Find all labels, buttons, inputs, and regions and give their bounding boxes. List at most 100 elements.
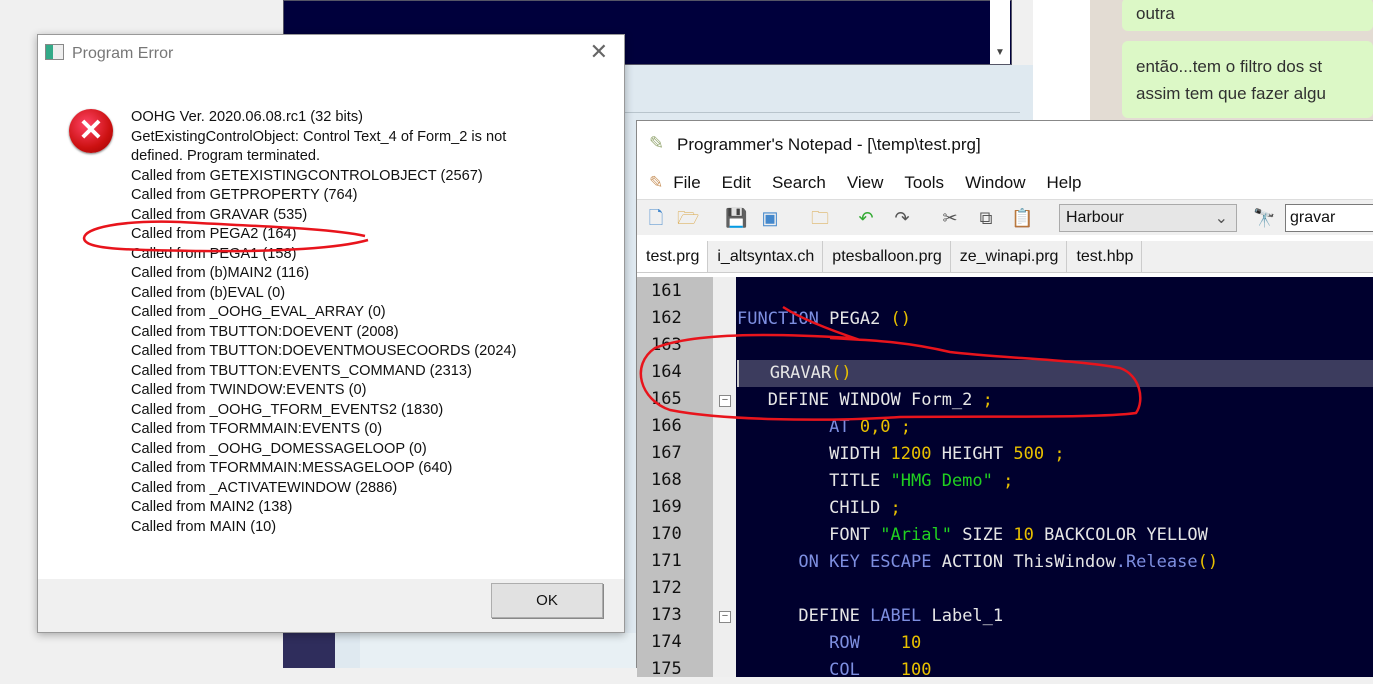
code-token: () <box>831 363 852 383</box>
code-token: HEIGHT <box>941 444 1014 464</box>
message-line: Called from (b)MAIN2 (116) <box>131 265 310 281</box>
menu-bar: ✎ File Edit Search View Tools Window Help <box>637 169 1103 197</box>
chat-window: outra então...tem o filtro dos st assim … <box>1090 0 1373 125</box>
chat-text: assim tem que fazer algu <box>1136 84 1326 103</box>
line-number: 166 <box>651 416 682 436</box>
code-token: "Arial" <box>880 525 963 545</box>
menu-doc-icon: ✎ <box>649 173 664 192</box>
save-icon[interactable]: 💾 <box>725 206 747 230</box>
message-line: Called from MAIN (10) <box>131 518 277 535</box>
message-line: Called from _ACTIVATEWINDOW (2886) <box>131 479 398 496</box>
code-line: CHILD ; <box>737 495 1373 522</box>
fold-toggle-icon[interactable]: − <box>719 395 731 407</box>
app-logo-icon: ✎ <box>649 133 665 153</box>
tab-file[interactable]: i_altsyntax.ch <box>708 241 824 272</box>
code-token: PEGA2 <box>829 309 891 329</box>
background-scrollbar[interactable]: ▼ <box>990 0 1010 64</box>
code-token: "HMG Demo" <box>890 471 1004 491</box>
ok-button[interactable]: OK <box>491 583 603 618</box>
menu-item-window[interactable]: Window <box>965 173 1025 193</box>
code-token: TITLE <box>737 471 891 491</box>
line-number: 175 <box>651 659 682 679</box>
code-token: WIDTH <box>737 444 891 464</box>
menu-item-tools[interactable]: Tools <box>904 173 944 193</box>
save-all-icon[interactable]: ▣ <box>759 206 781 230</box>
code-line: WIDTH 1200 HEIGHT 500 ; <box>737 441 1373 468</box>
background-block <box>283 633 335 668</box>
code-token: ; <box>890 498 901 518</box>
code-token: ROW <box>737 633 901 653</box>
line-number: 174 <box>651 632 682 652</box>
find-icon[interactable]: 🔭 <box>1253 206 1275 230</box>
code-line: ROW 10 <box>737 630 1373 657</box>
message-line: Called from _OOHG_DOMESSAGELOOP (0) <box>131 440 427 457</box>
chevron-down-icon: ⌄ <box>1214 210 1228 227</box>
open-file-icon[interactable]: 🗁 <box>677 206 699 230</box>
menu-item-edit[interactable]: Edit <box>722 173 751 193</box>
message-line: Called from MAIN2 (138) <box>131 499 293 515</box>
new-file-icon[interactable]: 🗋 <box>645 206 667 230</box>
code-token: 10 <box>900 633 922 653</box>
paste-icon[interactable]: 📋 <box>1011 206 1033 230</box>
message-line: Called from GETPROPERTY (764) <box>131 187 358 203</box>
menu-item-help[interactable]: Help <box>1047 173 1082 193</box>
fold-toggle-icon[interactable]: − <box>719 611 731 623</box>
code-token: AT <box>737 417 860 437</box>
menu-item-view[interactable]: View <box>847 173 884 193</box>
code-token: ON KEY ESCAPE <box>737 552 942 572</box>
code-token: FONT <box>737 525 881 545</box>
tab-file[interactable]: ptesballoon.prg <box>823 241 951 272</box>
message-line: Called from (b)EVAL (0) <box>131 284 286 301</box>
code-token: DEFINE <box>737 606 871 626</box>
line-number: 161 <box>651 281 682 301</box>
code-token: 10 <box>1013 525 1045 545</box>
chat-message: outra <box>1122 0 1373 31</box>
find-input[interactable]: gravar <box>1285 204 1373 232</box>
message-line: Called from TBUTTON:EVENTS_COMMAND (2313… <box>131 362 472 379</box>
close-icon[interactable]: ✕ <box>590 39 608 65</box>
code-token: 100 <box>900 660 932 680</box>
message-line: Called from _OOHG_TFORM_EVENTS2 (1830) <box>131 401 444 418</box>
undo-icon[interactable]: ↶ <box>855 206 877 230</box>
program-error-dialog: Program Error ✕ ✕ OOHG Ver. 2020.06.08.r… <box>37 34 625 633</box>
message-line: Called from TWINDOW:EVENTS (0) <box>131 382 367 398</box>
menu-item-search[interactable]: Search <box>772 173 826 193</box>
redo-icon[interactable]: ↷ <box>891 206 913 230</box>
message-line: Called from PEGA1 (158) <box>131 245 297 262</box>
tab-file[interactable]: ze_winapi.prg <box>951 241 1068 272</box>
code-token: 500 ; <box>1013 444 1065 464</box>
code-line: AT 0,0 ; <box>737 414 1373 441</box>
tab-file[interactable]: test.hbp <box>1067 241 1143 272</box>
code-line: FONT "Arial" SIZE 10 BACKCOLOR YELLOW <box>737 522 1373 549</box>
background-block <box>360 633 636 668</box>
message-line: Called from TFORMMAIN:MESSAGELOOP (640) <box>131 460 453 476</box>
scroll-down-icon[interactable]: ▼ <box>995 47 1005 58</box>
code-token: DEFINE WINDOW Form_2 <box>737 390 983 410</box>
tab-file[interactable]: test.prg <box>637 241 709 272</box>
line-number: 162 <box>651 308 682 328</box>
code-line: GRAVAR() <box>737 360 1373 387</box>
line-number: 164 <box>651 362 682 382</box>
line-number: 173 <box>651 605 682 625</box>
error-message: OOHG Ver. 2020.06.08.rc1 (32 bits) GetExi… <box>131 108 516 537</box>
line-number: 169 <box>651 497 682 517</box>
menu-item-file[interactable]: File <box>673 173 700 193</box>
language-value: Harbour <box>1066 209 1124 226</box>
line-number: 167 <box>651 443 682 463</box>
message-line: Called from PEGA2 (164) <box>131 226 297 242</box>
message-line: Called from TBUTTON:DOEVENTMOUSECOORDS (… <box>131 343 517 359</box>
open-folder-icon[interactable]: 🗀 <box>809 206 831 230</box>
code-token: Label_1 <box>931 606 1004 626</box>
cut-icon[interactable]: ✂ <box>939 206 961 230</box>
code-token: FUNCTION <box>737 309 830 329</box>
copy-icon[interactable]: ⧉ <box>975 206 997 230</box>
language-select[interactable]: Harbour ⌄ <box>1059 204 1237 232</box>
chat-text: então...tem o filtro dos st <box>1136 57 1323 76</box>
message-line: Called from _OOHG_EVAL_ARRAY (0) <box>131 304 386 320</box>
programmers-notepad-window: ✎ Programmer's Notepad - [\temp\test.prg… <box>636 120 1373 680</box>
code-line: FUNCTION PEGA2 () <box>737 306 1373 333</box>
code-editor[interactable]: 161 162 FUNCTION PEGA2 () 163 164 GRAVAR() 16… <box>637 277 1373 680</box>
code-token: ACTION ThisWindow <box>941 552 1116 572</box>
dialog-title: Program Error <box>72 45 174 62</box>
